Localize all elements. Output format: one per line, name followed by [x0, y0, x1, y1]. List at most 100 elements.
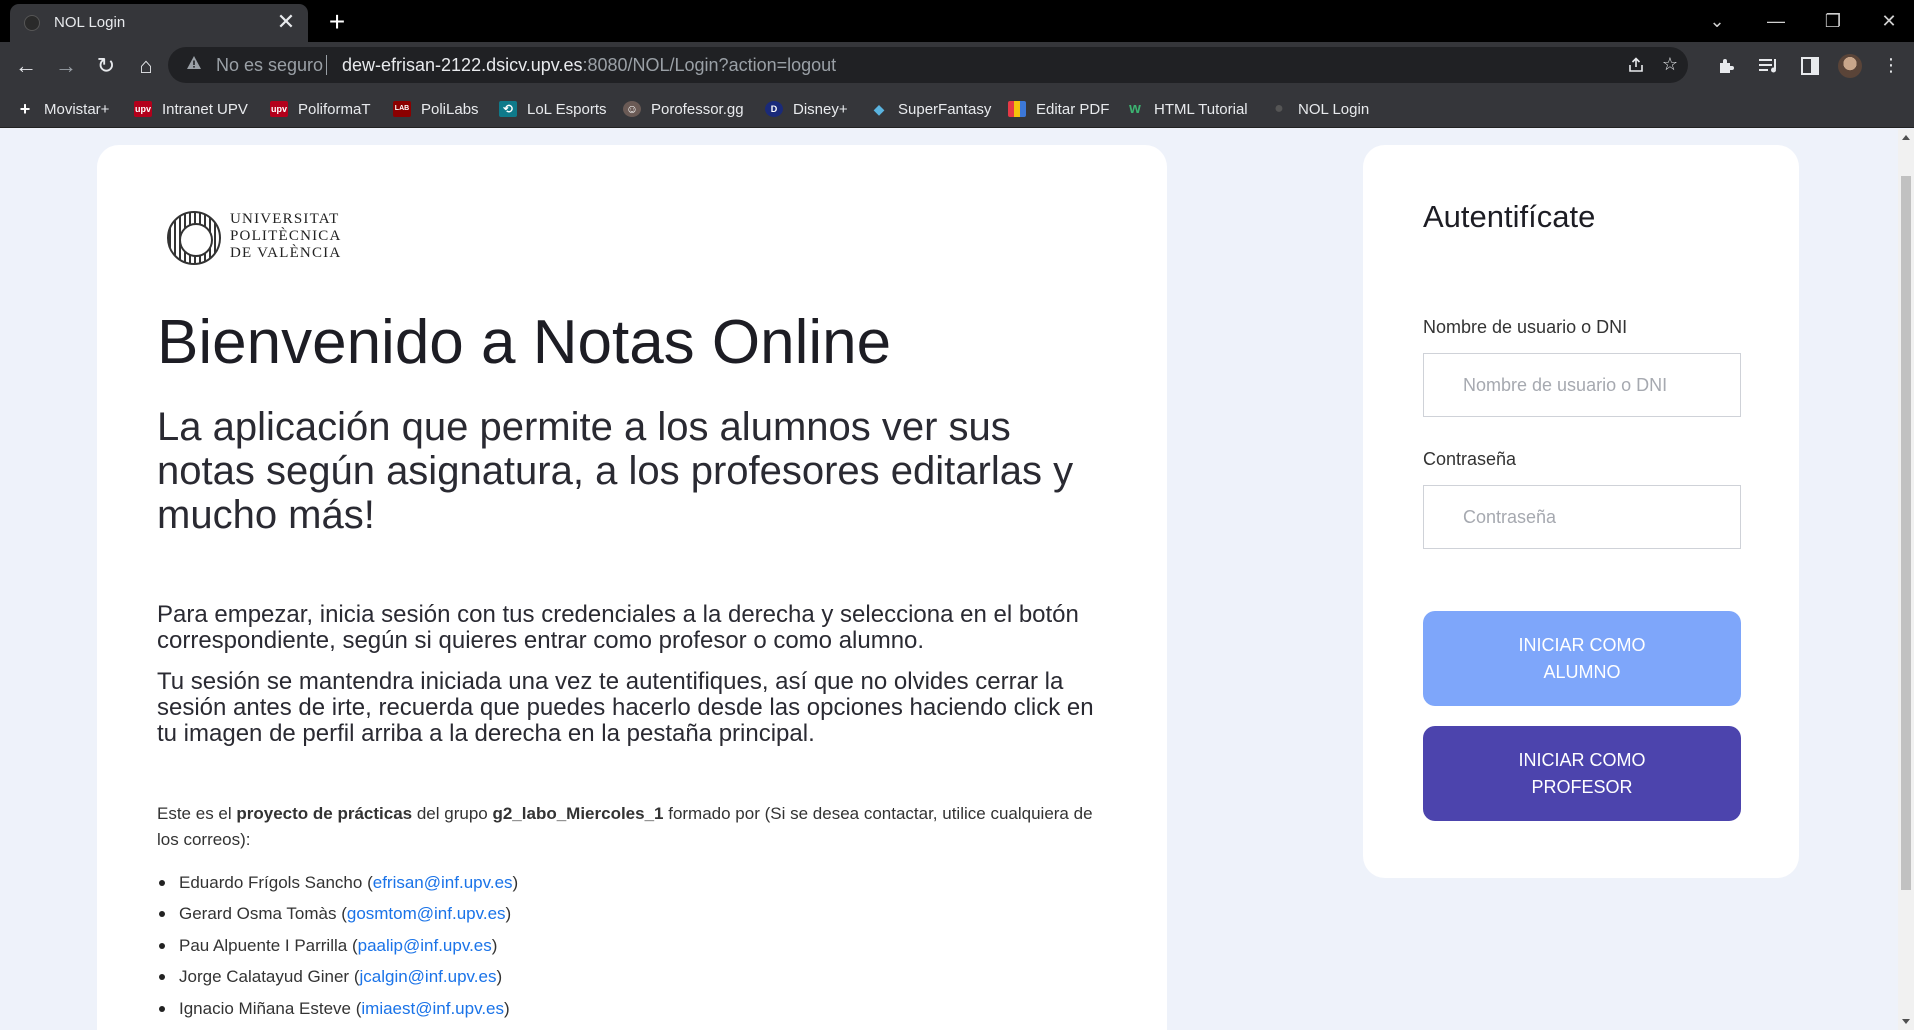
upv-icon: upv — [270, 101, 288, 117]
bullet-icon — [159, 911, 165, 918]
bullet-icon — [159, 942, 165, 949]
back-button[interactable]: ← — [10, 50, 42, 82]
bookmark-nol-login[interactable]: ● NOL Login — [1270, 98, 1369, 120]
page-scrollbar[interactable] — [1898, 129, 1914, 1030]
restore-button[interactable]: ❐ — [1810, 6, 1856, 36]
scroll-down-icon[interactable] — [1902, 1019, 1910, 1024]
menu-icon[interactable]: ⋮ — [1876, 50, 1906, 80]
logo-text: UNIVERSITAT POLITÈCNICA DE VALÈNCIA — [230, 211, 342, 262]
security-status[interactable]: No es seguro — [216, 55, 323, 76]
logo-line: DE VALÈNCIA — [230, 245, 342, 261]
tab-nol-login[interactable]: NOL Login ✕ — [10, 4, 308, 42]
url-host: dew-efrisan-2122.dsicv.upv.es — [342, 55, 583, 75]
bookmark-label: HTML Tutorial — [1154, 100, 1248, 118]
project-text: del grupo — [412, 804, 493, 823]
bullet-icon — [159, 879, 165, 886]
member-item: Eduardo Frígols Sancho (efrisan@inf.upv.… — [157, 867, 518, 899]
student-button-label: INICIAR COMO ALUMNO — [1518, 634, 1646, 682]
polilabs-icon: LAB — [393, 101, 411, 117]
movistar-icon: + — [19, 99, 31, 119]
bookmark-lol-esports[interactable]: ⟲ LoL Esports — [499, 98, 607, 120]
w3schools-icon: w — [1129, 100, 1141, 117]
browser-toolbar: ← → ↻ ⌂ No es seguro dew-efrisan-2122.ds… — [0, 42, 1914, 88]
url-text[interactable]: dew-efrisan-2122.dsicv.upv.es:8080/NOL/L… — [342, 55, 836, 76]
member-email-link[interactable]: paalip@inf.upv.es — [358, 936, 492, 956]
bookmark-poliformat[interactable]: upv PoliformaT — [270, 98, 371, 120]
disney-icon: D — [765, 101, 783, 117]
warning-icon[interactable] — [186, 55, 202, 71]
bookmark-label: PoliformaT — [298, 100, 371, 118]
auth-title: Autentifícate — [1423, 199, 1596, 234]
scroll-up-icon[interactable] — [1902, 135, 1910, 140]
tab-strip: NOL Login ✕ + ⌄ — ❐ ✕ — [0, 0, 1914, 42]
username-label: Nombre de usuario o DNI — [1423, 317, 1628, 337]
login-teacher-button[interactable]: INICIAR COMO PROFESOR — [1423, 726, 1741, 821]
porofessor-icon: ☺ — [623, 101, 641, 117]
forward-button[interactable]: → — [50, 50, 82, 82]
address-bar[interactable]: No es seguro dew-efrisan-2122.dsicv.upv.… — [168, 47, 1688, 83]
bookmark-porofessor[interactable]: ☺ Porofessor.gg — [623, 98, 744, 120]
member-email-link[interactable]: gosmtom@inf.upv.es — [347, 904, 506, 924]
member-name: Pau Alpuente I Parrilla — [179, 935, 348, 955]
share-icon[interactable] — [1624, 56, 1648, 74]
bookmark-disney-plus[interactable]: D Disney+ — [765, 98, 848, 120]
url-path: :8080/NOL/Login?action=logout — [582, 55, 837, 75]
logo-line: POLITÈCNICA — [230, 228, 342, 244]
scroll-thumb[interactable] — [1901, 176, 1911, 890]
new-tab-button[interactable]: + — [322, 7, 352, 37]
member-item: Pau Alpuente I Parrilla (paalip@inf.upv.… — [157, 930, 518, 962]
bookmark-label: Disney+ — [793, 100, 848, 118]
minimize-button[interactable]: — — [1753, 6, 1799, 36]
group-name: g2_labo_Miercoles_1 — [492, 804, 664, 823]
welcome-card: UNIVERSITAT POLITÈCNICA DE VALÈNCIA Bien… — [97, 145, 1167, 1030]
login-student-button[interactable]: INICIAR COMO ALUMNO — [1423, 611, 1741, 706]
home-button[interactable]: ⌂ — [130, 50, 162, 82]
username-input[interactable] — [1423, 353, 1741, 417]
bookmark-label: Porofessor.gg — [651, 100, 744, 118]
close-tab-icon[interactable]: ✕ — [274, 10, 298, 34]
project-text: Este es el — [157, 804, 237, 823]
bookmark-label: SuperFantasy — [898, 100, 992, 118]
bookmark-polilabs[interactable]: LAB PoliLabs — [393, 98, 479, 120]
bullet-icon — [159, 1005, 165, 1012]
member-name: Ignacio Miñana Esteve — [179, 998, 351, 1018]
member-item: Jorge Calatayud Giner (jcalgin@inf.upv.e… — [157, 962, 518, 994]
logo-line: UNIVERSITAT — [230, 211, 340, 227]
page-viewport: UNIVERSITAT POLITÈCNICA DE VALÈNCIA Bien… — [0, 129, 1898, 1030]
bookmark-html-tutorial[interactable]: w HTML Tutorial — [1126, 98, 1248, 120]
close-window-button[interactable]: ✕ — [1866, 6, 1912, 36]
bookmark-label: Intranet UPV — [162, 100, 248, 118]
profile-avatar[interactable] — [1838, 54, 1862, 78]
upv-logo: UNIVERSITAT POLITÈCNICA DE VALÈNCIA — [167, 209, 347, 269]
upv-icon: upv — [134, 101, 152, 117]
login-card: Autentifícate Nombre de usuario o DNI Co… — [1363, 145, 1799, 878]
side-panel-icon[interactable] — [1800, 56, 1820, 76]
reload-button[interactable]: ↻ — [90, 50, 122, 82]
member-email-link[interactable]: jcalgin@inf.upv.es — [359, 967, 496, 987]
upv-seal-icon — [167, 211, 221, 265]
lol-esports-icon: ⟲ — [499, 101, 517, 117]
bookmark-star-icon[interactable]: ☆ — [1658, 54, 1682, 75]
page-subtitle: La aplicación que permite a los alumnos … — [157, 405, 1074, 537]
member-name: Eduardo Frígols Sancho — [179, 872, 363, 892]
members-list: Eduardo Frígols Sancho (efrisan@inf.upv.… — [157, 867, 518, 1025]
password-input[interactable] — [1423, 485, 1741, 549]
bookmark-intranet-upv[interactable]: upv Intranet UPV — [134, 98, 248, 120]
extensions-icon[interactable] — [1716, 56, 1736, 76]
bookmark-movistar[interactable]: + Movistar+ — [16, 98, 110, 120]
bookmark-label: Movistar+ — [44, 100, 110, 118]
page-title: Bienvenido a Notas Online — [157, 308, 892, 377]
bookmark-superfantasy[interactable]: ◆ SuperFantasy — [870, 98, 992, 120]
bookmark-editar-pdf[interactable]: Editar PDF — [1008, 98, 1109, 120]
media-queue-icon[interactable] — [1758, 56, 1780, 76]
teacher-button-label: INICIAR COMO PROFESOR — [1518, 749, 1646, 797]
member-item: Ignacio Miñana Esteve (imiaest@inf.upv.e… — [157, 993, 518, 1025]
member-name: Gerard Osma Tomàs — [179, 904, 337, 924]
bookmarks-bar: + Movistar+ upv Intranet UPV upv PoliformaT… — [0, 88, 1914, 128]
bullet-icon — [159, 974, 165, 981]
tab-search-icon[interactable]: ⌄ — [1694, 6, 1740, 36]
member-email-link[interactable]: imiaest@inf.upv.es — [361, 999, 504, 1019]
editar-pdf-icon — [1008, 101, 1026, 117]
omnibox-divider — [326, 55, 327, 75]
member-email-link[interactable]: efrisan@inf.upv.es — [373, 873, 513, 893]
